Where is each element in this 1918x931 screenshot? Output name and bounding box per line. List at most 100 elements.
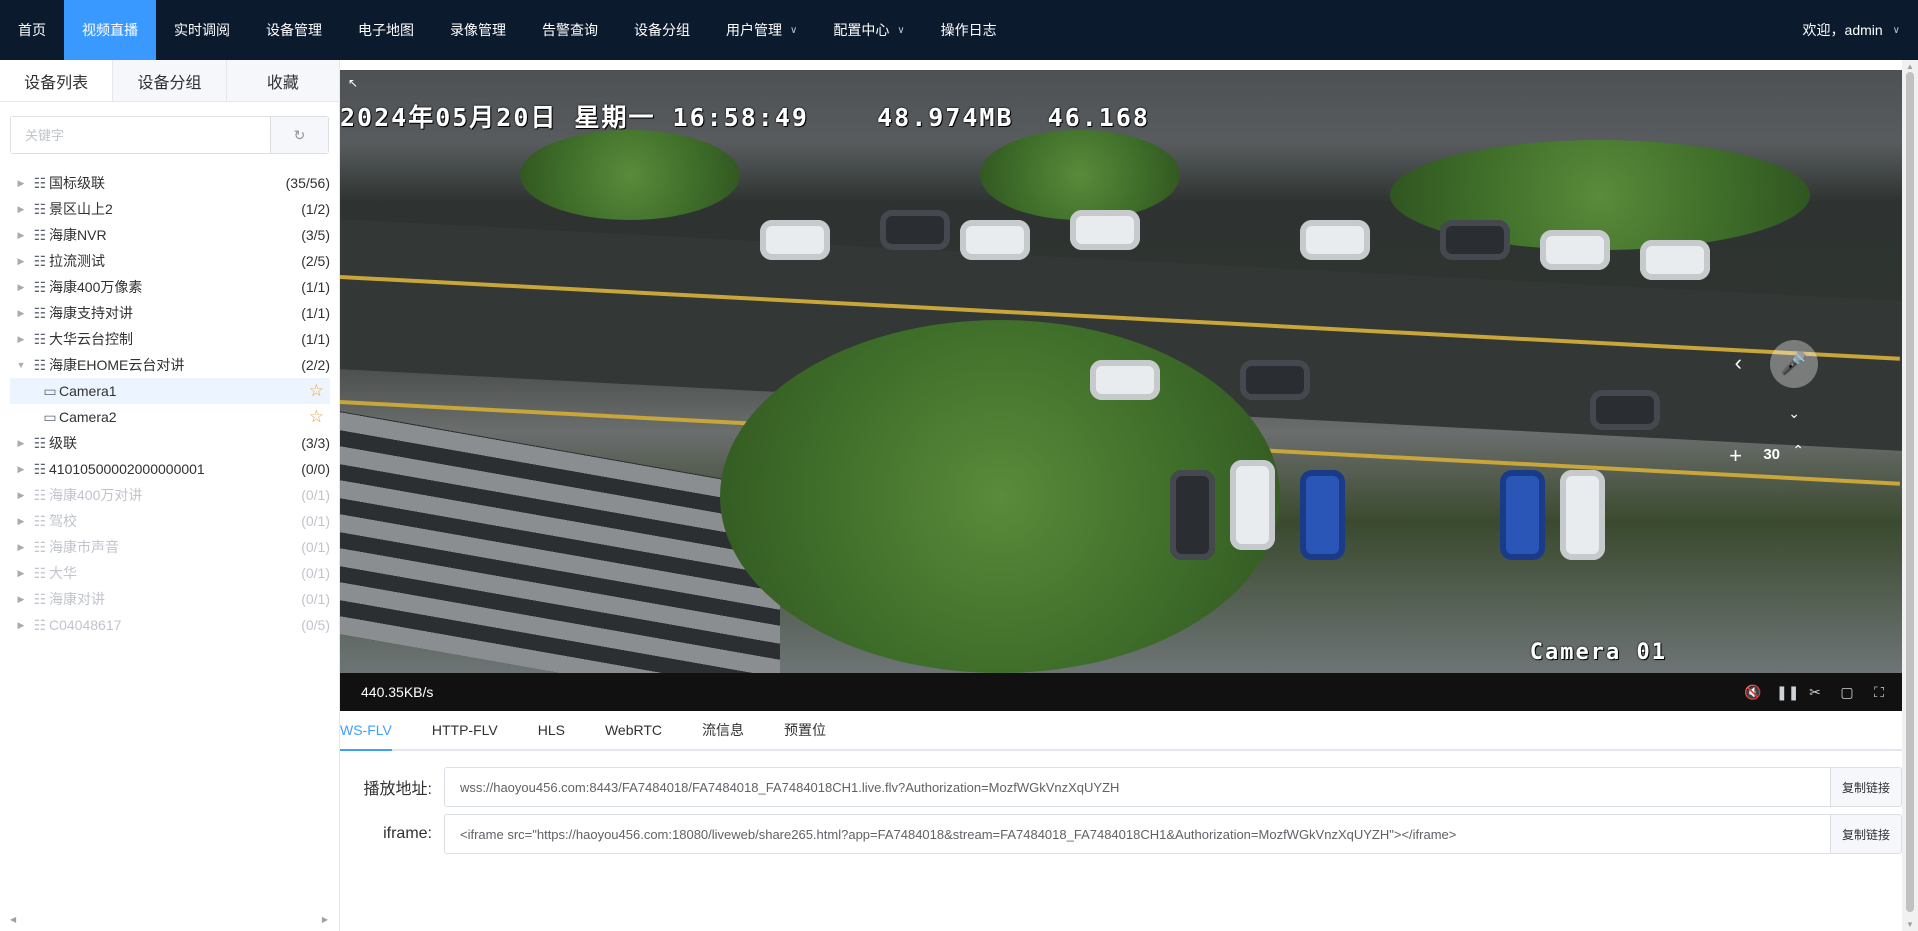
protocol-tab[interactable]: WebRTC	[605, 711, 662, 749]
nav-item[interactable]: 设备分组	[616, 0, 708, 60]
nav-item[interactable]: 操作日志	[923, 0, 1015, 60]
network-group-icon: ☷	[33, 538, 47, 555]
ptz-down-icon[interactable]: ⌄	[1788, 405, 1800, 422]
pause-icon[interactable]: ❚❚	[1776, 684, 1799, 701]
caret-right-icon[interactable]: ▶	[10, 620, 32, 631]
record-video-icon[interactable]: ▢	[1840, 684, 1854, 701]
sidebar-tab[interactable]: 设备分组	[113, 60, 227, 101]
sidebar-horizontal-scrollbar[interactable]: ◀ ▶	[10, 915, 330, 927]
nav-item[interactable]: 录像管理	[432, 0, 524, 60]
caret-down-icon[interactable]: ▼	[10, 360, 32, 370]
ptz-up-icon[interactable]: ⌃	[1792, 442, 1804, 459]
network-group-icon: ☷	[33, 512, 47, 529]
nav-item-label: 电子地图	[358, 22, 414, 38]
video-car	[1560, 470, 1605, 560]
tree-item-label: 海康NVR	[49, 227, 107, 243]
ptz-zoom-in-icon[interactable]: +	[1729, 443, 1742, 469]
page-vertical-scrollbar[interactable]: ▲ ▼	[1902, 60, 1918, 931]
nav-item[interactable]: 实时调阅	[156, 0, 248, 60]
network-group-icon: ☷	[33, 486, 47, 503]
network-group-icon: ☷	[33, 460, 47, 477]
tree-group-item[interactable]: ▶ ☷ 驾校 (0/1)	[10, 508, 330, 534]
tree-item-label: 海康400万像素	[49, 279, 143, 295]
tree-group-item[interactable]: ▶ ☷ 拉流测试 (2/5)	[10, 248, 330, 274]
tree-item-count: (35/56)	[285, 175, 330, 191]
tree-camera-item[interactable]: ▭ Camera1 ☆	[10, 378, 330, 404]
network-group-icon: ☷	[33, 356, 47, 373]
nav-item[interactable]: 配置中心 ∨	[815, 0, 922, 60]
iframe-code-field[interactable]: <iframe src="https://haoyou456.com:18080…	[444, 814, 1830, 854]
tree-group-item[interactable]: ▶ ☷ 国标级联 (35/56)	[10, 170, 330, 196]
camera-icon: ▭	[43, 382, 57, 399]
tree-group-item[interactable]: ▶ ☷ C04048617 (0/5)	[10, 612, 330, 638]
copy-iframe-button[interactable]: 复制链接	[1830, 814, 1902, 854]
protocol-tab[interactable]: HLS	[538, 711, 565, 749]
tree-group-item[interactable]: ▶ ☷ 大华 (0/1)	[10, 560, 330, 586]
video-car	[1230, 460, 1275, 550]
tree-group-item[interactable]: ▶ ☷ 大华云台控制 (1/1)	[10, 326, 330, 352]
caret-right-icon[interactable]: ▶	[10, 568, 32, 579]
tree-group-item[interactable]: ▶ ☷ 海康对讲 (0/1)	[10, 586, 330, 612]
caret-right-icon[interactable]: ▶	[10, 282, 32, 293]
caret-right-icon[interactable]: ▶	[10, 516, 32, 527]
tree-group-item[interactable]: ▶ ☷ 海康400万对讲 (0/1)	[10, 482, 330, 508]
nav-item[interactable]: 设备管理	[248, 0, 340, 60]
protocol-tab[interactable]: HTTP-FLV	[432, 711, 498, 749]
tree-item-label: Camera1	[59, 383, 117, 399]
user-menu[interactable]: 欢迎，admin ∨	[1803, 0, 1900, 60]
sidebar-tab[interactable]: 设备列表	[0, 60, 114, 101]
screenshot-scissors-icon[interactable]: ✂	[1808, 684, 1822, 701]
caret-right-icon[interactable]: ▶	[10, 594, 32, 605]
network-group-icon: ☷	[33, 200, 47, 217]
sidebar-tab[interactable]: 收藏	[226, 60, 339, 101]
protocol-tab[interactable]: 流信息	[702, 711, 744, 749]
protocol-tab[interactable]: 预置位	[784, 711, 826, 749]
favorite-star-icon[interactable]: ☆	[309, 381, 330, 401]
caret-right-icon[interactable]: ▶	[10, 308, 32, 319]
device-tree: ▶ ☷ 国标级联 (35/56) ▶ ☷ 景区山上2 (1/2) ▶ ☷ 海康NVR (3/5) ▶ ☷ 拉…	[10, 170, 330, 638]
tree-group-item[interactable]: ▶ ☷ 级联 (3/3)	[10, 430, 330, 456]
caret-right-icon[interactable]: ▶	[10, 204, 32, 215]
tree-item-label: 级联	[49, 435, 77, 451]
tree-group-item[interactable]: ▼ ☷ 海康EHOME云台对讲 (2/2)	[10, 352, 330, 378]
refresh-button[interactable]: ↻	[270, 117, 328, 153]
caret-right-icon[interactable]: ▶	[10, 178, 32, 189]
scroll-right-icon[interactable]: ▶	[322, 915, 328, 924]
tree-group-item[interactable]: ▶ ☷ 海康支持对讲 (1/1)	[10, 300, 330, 326]
tree-group-item[interactable]: ▶ ☷ 海康市声音 (0/1)	[10, 534, 330, 560]
scroll-up-icon[interactable]: ▲	[1902, 62, 1918, 71]
tree-group-item[interactable]: ▶ ☷ 景区山上2 (1/2)	[10, 196, 330, 222]
caret-right-icon[interactable]: ▶	[10, 438, 32, 449]
tree-group-item[interactable]: ▶ ☷ 海康NVR (3/5)	[10, 222, 330, 248]
caret-right-icon[interactable]: ▶	[10, 542, 32, 553]
caret-right-icon[interactable]: ▶	[10, 464, 32, 475]
video-player[interactable]: 2024年05月20日 星期一 16:58:49 48.974MB 46.168…	[340, 70, 1902, 673]
nav-item[interactable]: 告警查询	[524, 0, 616, 60]
tree-group-item[interactable]: ▶ ☷ 41010500002000000001 (0/0)	[10, 456, 330, 482]
protocol-tab[interactable]: WS-FLV	[340, 711, 392, 751]
fullscreen-icon[interactable]: ⛶	[1872, 684, 1886, 701]
scroll-down-icon[interactable]: ▼	[1902, 920, 1918, 929]
chevron-down-icon: ∨	[1892, 24, 1900, 36]
tree-group-item[interactable]: ▶ ☷ 海康400万像素 (1/1)	[10, 274, 330, 300]
copy-play-url-button[interactable]: 复制链接	[1830, 767, 1902, 807]
nav-item[interactable]: 视频直播	[64, 0, 156, 60]
keyword-search-input[interactable]	[11, 117, 270, 153]
caret-right-icon[interactable]: ▶	[10, 334, 32, 345]
nav-item[interactable]: 首页	[0, 0, 64, 60]
play-url-field[interactable]: wss://haoyou456.com:8443/FA7484018/FA748…	[444, 767, 1830, 807]
tree-camera-item[interactable]: ▭ Camera2 ☆	[10, 404, 330, 430]
caret-right-icon[interactable]: ▶	[10, 256, 32, 267]
caret-right-icon[interactable]: ▶	[10, 230, 32, 241]
nav-item[interactable]: 电子地图	[340, 0, 432, 60]
caret-right-icon[interactable]: ▶	[10, 490, 32, 501]
scrollbar-thumb[interactable]	[1906, 72, 1914, 912]
favorite-star-icon[interactable]: ☆	[309, 407, 330, 427]
talkback-mic-button[interactable]: 🎤	[1770, 340, 1818, 388]
ptz-left-icon[interactable]: ‹	[1735, 350, 1742, 376]
scroll-left-icon[interactable]: ◀	[10, 915, 16, 924]
mute-icon[interactable]: 🔇	[1744, 684, 1761, 701]
network-group-icon: ☷	[33, 252, 47, 269]
nav-item[interactable]: 用户管理 ∨	[708, 0, 815, 60]
tree-item-label: 景区山上2	[49, 201, 113, 217]
